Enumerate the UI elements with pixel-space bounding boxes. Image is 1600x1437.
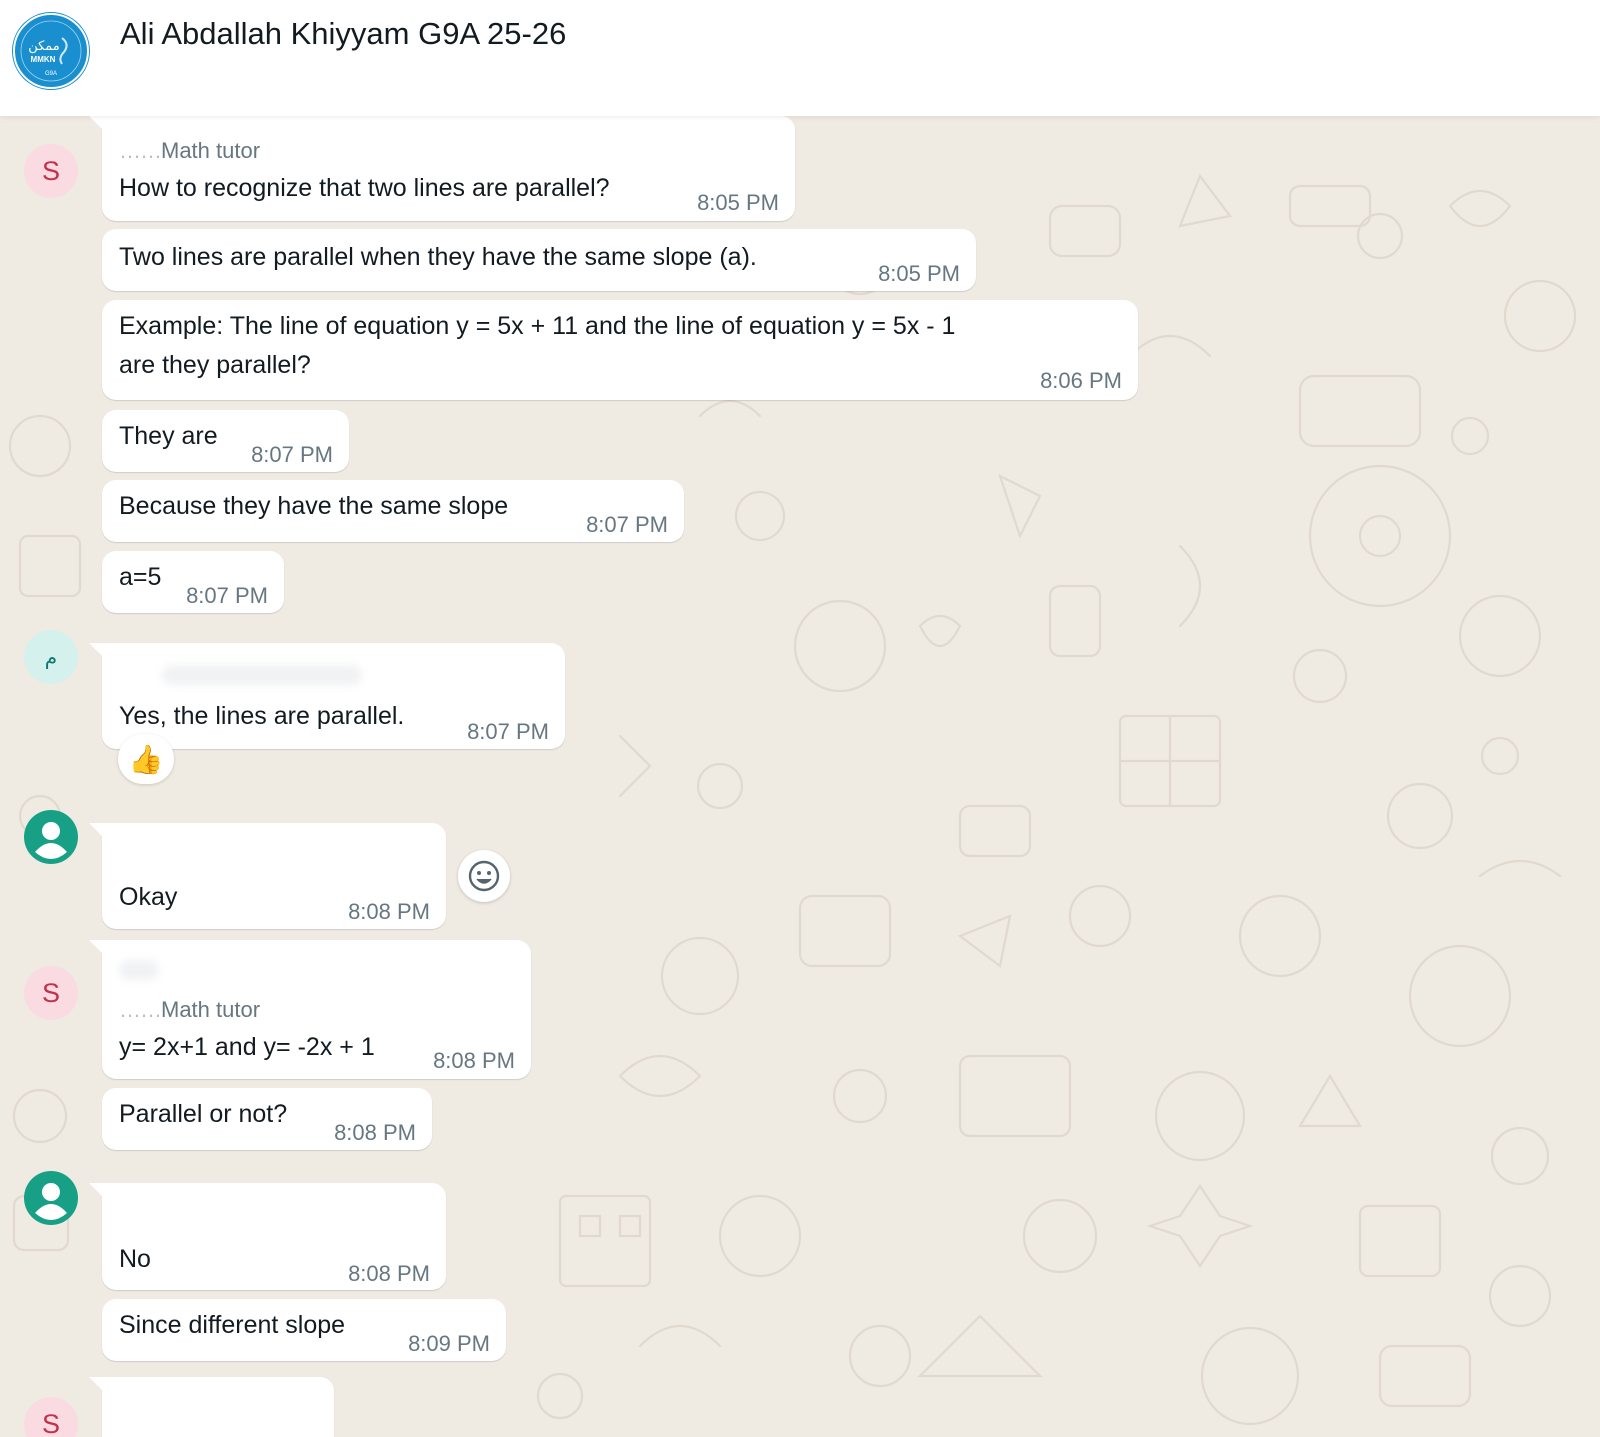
- sender-role: Math tutor: [161, 138, 261, 163]
- message-text: No: [119, 1245, 151, 1273]
- sender-name-obscured: ……: [119, 997, 162, 1022]
- message-time: 8:07 PM: [186, 583, 268, 608]
- message-time: 8:07 PM: [586, 512, 668, 537]
- message-bubble[interactable]: Since different slope 8:09 PM: [102, 1299, 506, 1361]
- message-bubble[interactable]: Example: The line of equation y = 5x + 1…: [102, 300, 1138, 400]
- message-bubble[interactable]: ……Math tutor y= 2x+1 and y= -2x + 1 8:08…: [89, 940, 531, 1079]
- message-bubble[interactable]: Yes, the lines are parallel. 8:07 PM: [89, 643, 565, 749]
- logo-latin-text: MMKN: [31, 55, 56, 64]
- obscured-sender-name: [162, 665, 362, 685]
- sender-avatar[interactable]: S: [24, 966, 78, 1020]
- message-bubble[interactable]: They are 8:07 PM: [102, 410, 349, 472]
- message-text: Because they have the same slope: [119, 492, 509, 520]
- message-time: 8:05 PM: [697, 190, 779, 215]
- message-bubble[interactable]: [89, 1377, 334, 1437]
- sender-avatar[interactable]: S: [24, 144, 78, 198]
- message-text: a=5: [119, 563, 162, 591]
- chat-title[interactable]: Ali Abdallah Khiyyam G9A 25-26: [120, 12, 566, 56]
- message-time: 8:08 PM: [348, 1261, 430, 1286]
- emoji-smiley-icon[interactable]: [458, 850, 510, 902]
- message-text: Example: The line of equation y = 5x + 1…: [119, 312, 956, 340]
- chat-header: ممكن MMKN G9A Ali Abdallah Khiyyam G9A 2…: [0, 0, 1600, 116]
- sender-avatar[interactable]: م: [24, 630, 78, 684]
- message-bubble[interactable]: ……Math tutor How to recognize that two l…: [89, 116, 795, 221]
- message-time: 8:09 PM: [408, 1331, 490, 1356]
- message-time: 8:06 PM: [1040, 368, 1122, 393]
- message-bubble[interactable]: Okay 8:08 PM: [89, 823, 446, 929]
- message-time: 8:07 PM: [467, 719, 549, 744]
- message-text: They are: [119, 422, 218, 450]
- message-text: Parallel or not?: [119, 1100, 288, 1128]
- message-time: 8:05 PM: [878, 261, 960, 286]
- message-bubble[interactable]: Parallel or not? 8:08 PM: [102, 1088, 432, 1150]
- message-time: 8:08 PM: [433, 1048, 515, 1073]
- sender-name-obscured: ……: [119, 138, 162, 163]
- reaction-thumbs-up[interactable]: 👍: [118, 734, 174, 784]
- person-icon[interactable]: [24, 810, 78, 864]
- person-icon[interactable]: [24, 1171, 78, 1225]
- sender-label: ……Math tutor: [119, 138, 260, 164]
- sender-role: Math tutor: [161, 997, 261, 1022]
- group-avatar[interactable]: ممكن MMKN G9A: [12, 12, 90, 90]
- logo-arabic-text: ممكن: [28, 39, 60, 54]
- message-bubble[interactable]: a=5 8:07 PM: [102, 551, 284, 613]
- message-text: How to recognize that two lines are para…: [119, 174, 610, 202]
- message-bubble[interactable]: No 8:08 PM: [89, 1183, 446, 1290]
- message-list[interactable]: S ……Math tutor How to recognize that two…: [0, 116, 1600, 1437]
- message-time: 8:08 PM: [334, 1120, 416, 1145]
- message-text: Since different slope: [119, 1311, 346, 1339]
- logo-class-text: G9A: [45, 71, 57, 77]
- message-text-line2: are they parallel?: [119, 351, 311, 379]
- message-time: 8:08 PM: [348, 899, 430, 924]
- message-bubble[interactable]: Because they have the same slope 8:07 PM: [102, 480, 684, 542]
- message-text: y= 2x+1 and y= -2x + 1: [119, 1033, 375, 1061]
- obscured-text: [119, 960, 159, 980]
- message-time: 8:07 PM: [251, 442, 333, 467]
- message-text: Yes, the lines are parallel.: [119, 702, 405, 730]
- message-text: Okay: [119, 883, 178, 911]
- message-text: Two lines are parallel when they have th…: [119, 243, 757, 271]
- sender-label: ……Math tutor: [119, 997, 260, 1023]
- message-bubble[interactable]: Two lines are parallel when they have th…: [102, 229, 976, 291]
